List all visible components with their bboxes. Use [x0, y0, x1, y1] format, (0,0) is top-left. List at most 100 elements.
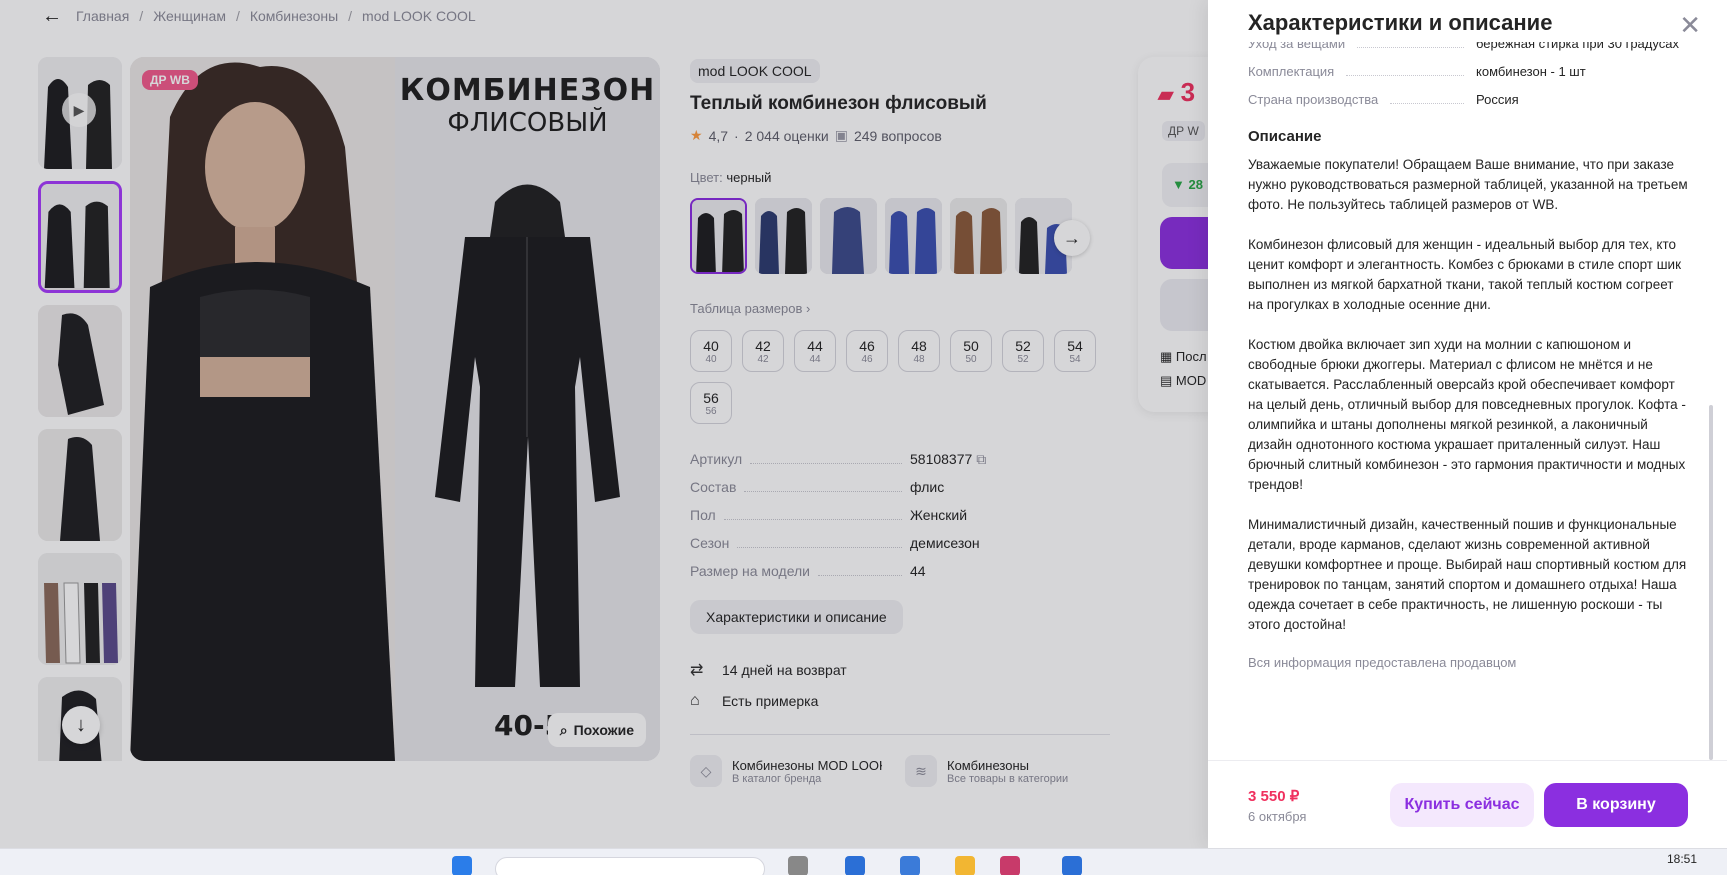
windows-start-icon[interactable] [452, 856, 472, 875]
size-option[interactable]: 42 42 [742, 330, 784, 372]
thumbnail[interactable] [38, 429, 122, 541]
panel-scrollbar[interactable] [1709, 405, 1713, 760]
characteristics-button[interactable]: Характеристики и описание [690, 600, 903, 634]
breadcrumb-home[interactable]: Главная [76, 8, 129, 24]
thumbnail-image [38, 429, 122, 541]
color-variant-navy[interactable] [755, 198, 812, 274]
size-option[interactable]: 48 48 [898, 330, 940, 372]
breadcrumb: ← Главная / Женщинам / Комбинезоны / mod… [42, 6, 476, 26]
model-photo [130, 57, 395, 761]
taskbar-app-icon[interactable] [1000, 856, 1020, 875]
color-variant-brown[interactable] [950, 198, 1007, 274]
promo-badge: ДР WB [142, 70, 198, 90]
variant-image [950, 198, 1007, 274]
seller-note: Вся информация предоставлена продавцом [1248, 655, 1517, 670]
size-option[interactable]: 46 46 [846, 330, 888, 372]
spec-value: демисезон [910, 535, 980, 551]
taskbar: 18:51 [0, 848, 1727, 875]
close-icon[interactable]: ✕ [1679, 10, 1701, 41]
price-card-price: ▰ 3 [1158, 77, 1195, 108]
size-option[interactable]: 40 40 [690, 330, 732, 372]
fitting-info: ⌂ Есть примерка [690, 692, 818, 710]
size-main: 52 [1015, 337, 1031, 354]
price-card-price-value: 3 [1180, 77, 1196, 107]
size-sub: 50 [965, 353, 977, 365]
spec-key: Артикул [690, 451, 743, 467]
dotted-leader [750, 454, 902, 464]
brand-tag[interactable]: mod LOOK COOL [690, 59, 820, 83]
spec-key: Состав [690, 479, 737, 495]
add-to-cart-button[interactable]: В корзину [1544, 783, 1688, 827]
color-variant-black[interactable] [690, 198, 747, 274]
variants-next-button[interactable]: → [1054, 220, 1090, 256]
buy-now-button[interactable]: Купить сейчас [1390, 783, 1534, 827]
size-sub: 54 [1069, 353, 1081, 365]
promo-title: КОМБИНЕЗОН ФЛИСОВЫЙ [395, 73, 660, 138]
spec-value: флис [910, 479, 945, 495]
promo-title-line2: ФЛИСОВЫЙ [447, 108, 608, 138]
color-variant-royal-blue[interactable] [885, 198, 942, 274]
taskbar-search[interactable] [495, 857, 765, 875]
size-option[interactable]: 50 50 [950, 330, 992, 372]
box-icon: ▦ [1160, 349, 1173, 364]
size-main: 56 [703, 389, 719, 406]
back-arrow-icon[interactable]: ← [42, 6, 62, 26]
spec-row: Артикул 58108377 ⧉ [690, 451, 1110, 479]
questions-link[interactable]: 249 вопросов [854, 128, 942, 144]
folder-icon[interactable] [955, 856, 975, 875]
panel-spec-key: Страна производства [1248, 90, 1476, 110]
return-arrows-icon: ⇄ [690, 662, 704, 679]
size-main: 46 [859, 337, 875, 354]
panel-spec-value: Россия [1476, 92, 1519, 107]
reviews-link[interactable]: 2 044 оценки [745, 128, 829, 144]
size-main: 44 [807, 337, 823, 354]
thumbnail-image [41, 184, 119, 288]
price-card-line2-text: MOD [1175, 373, 1207, 388]
article-number: 58108377 [910, 451, 973, 467]
description-paragraph: Костюм двойка включает зип худи на молни… [1248, 337, 1686, 492]
taskbar-app-icon[interactable] [1062, 856, 1082, 875]
color-variants [690, 198, 1072, 274]
dotted-leader [1346, 66, 1464, 76]
copy-icon[interactable]: ⧉ [976, 451, 986, 467]
panel-spec-row: Комплектация комбинезон - 1 шт [1248, 62, 1688, 82]
color-variant-blue[interactable] [820, 198, 877, 274]
description-paragraph: Уважаемые покупатели! Обращаем Ваше вним… [1248, 157, 1688, 212]
taskbar-app-icon[interactable] [788, 856, 808, 875]
similar-button[interactable]: ⌕ Похожие [547, 713, 646, 747]
size-main: 42 [755, 337, 771, 354]
color-label: Цвет: черный [690, 170, 771, 185]
return-policy: ⇄ 14 дней на возврат [690, 660, 847, 680]
size-option[interactable]: 56 56 [690, 382, 732, 424]
size-option[interactable]: 52 52 [1002, 330, 1044, 372]
panel-title: Характеристики и описание [1248, 10, 1553, 35]
breadcrumb-women[interactable]: Женщинам [153, 8, 226, 24]
size-option[interactable]: 54 54 [1054, 330, 1096, 372]
promo-title-line1: КОМБИНЕЗОН [399, 73, 656, 108]
size-table-link[interactable]: Таблица размеров › [690, 301, 810, 316]
thumbnail[interactable] [38, 553, 122, 665]
thumbnails-scroll-down-button[interactable]: ↓ [62, 706, 100, 744]
thumbnail[interactable] [38, 305, 122, 417]
breadcrumb-category[interactable]: Комбинезоны [250, 8, 338, 24]
rating-value: 4,7 [708, 127, 729, 144]
dotted-leader [818, 566, 902, 576]
taskbar-app-icon[interactable] [845, 856, 865, 875]
thumbnail-video[interactable]: ▶ [38, 57, 122, 169]
breadcrumb-brand[interactable]: mod LOOK COOL [362, 8, 476, 24]
size-main: 48 [911, 337, 927, 354]
panel-spec-key: Комплектация [1248, 62, 1476, 82]
thumbnail-selected[interactable] [38, 181, 122, 293]
size-selector: 40 40 42 42 44 44 46 46 48 48 50 50 52 52 54 54 … [690, 330, 1120, 424]
taskbar-app-icon[interactable] [900, 856, 920, 875]
size-option[interactable]: 44 44 [794, 330, 836, 372]
size-sub: 40 [705, 353, 717, 365]
panel-spec-key-text: Уход за вещами [1248, 42, 1346, 51]
spec-value: Женский [910, 507, 968, 523]
brand-catalog-link[interactable]: ◇ Комбинезоны MOD LOOK COOL В каталог бр… [690, 755, 882, 787]
panel-spec-key: Уход за вещами [1248, 42, 1476, 54]
breadcrumb-separator: / [348, 8, 353, 24]
category-link[interactable]: ≋ Комбинезоны Все товары в категории [905, 755, 1068, 787]
variant-image [885, 198, 942, 274]
main-product-image[interactable]: КОМБИНЕЗОН ФЛИСОВЫЙ 40-56 ДР WB ⌕ Похожи… [130, 57, 660, 761]
